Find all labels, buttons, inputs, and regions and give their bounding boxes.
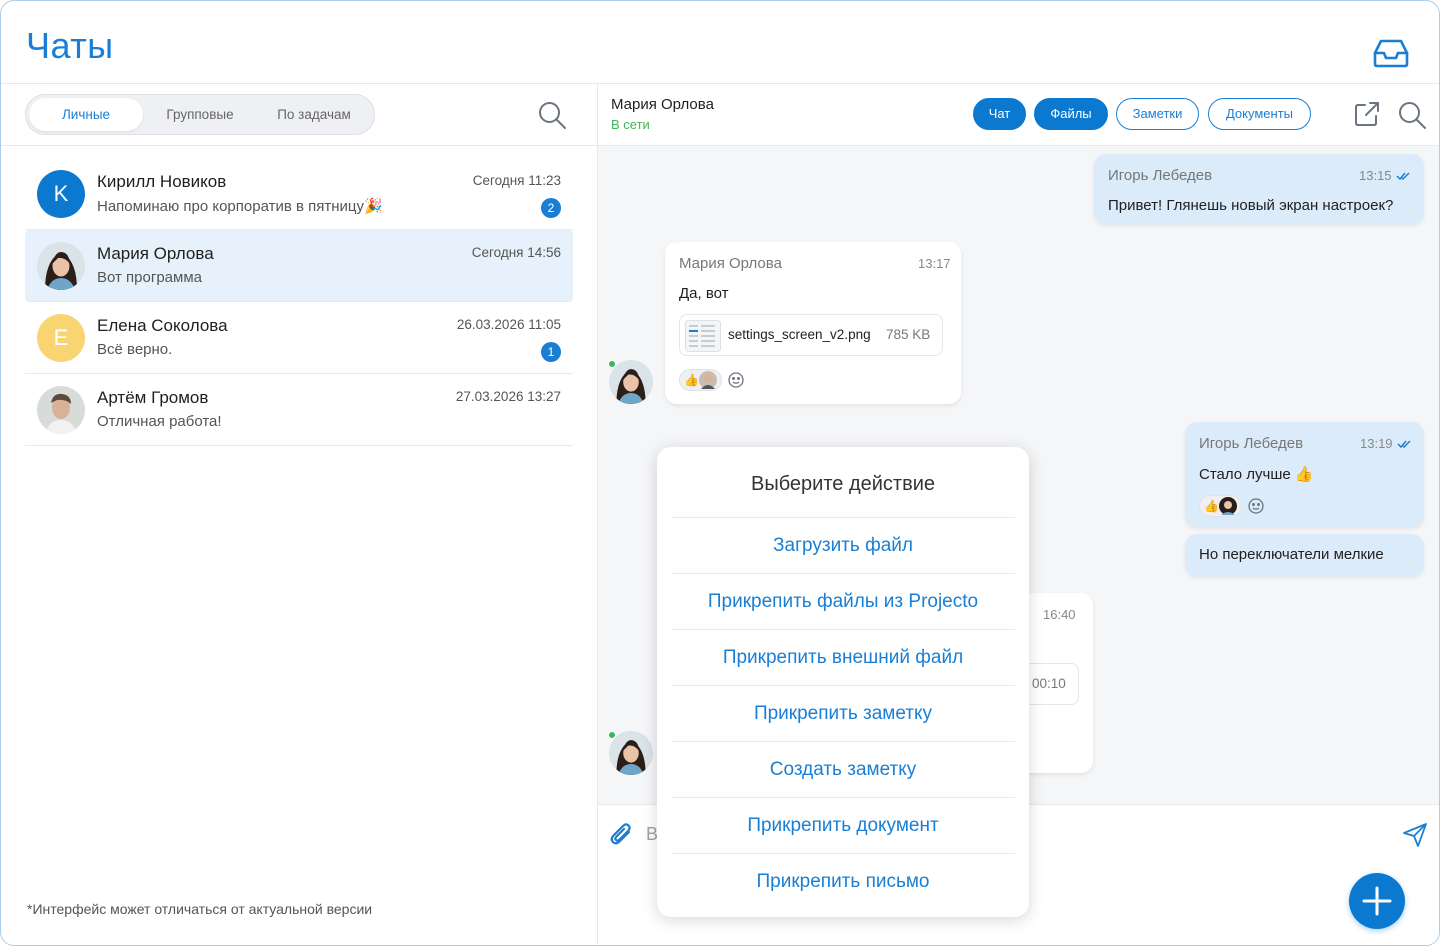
add-reaction-icon[interactable] (1246, 496, 1266, 516)
action-attach-projecto-files[interactable]: Прикрепить файлы из Projecto (671, 573, 1015, 629)
avatar (37, 386, 85, 434)
avatar (37, 242, 85, 290)
contact-status: В сети (611, 117, 650, 132)
action-list: Загрузить файл Прикрепить файлы из Proje… (671, 517, 1015, 909)
action-attach-letter[interactable]: Прикрепить письмо (671, 853, 1015, 909)
message-text: Привет! Глянешь новый экран настроек? (1108, 197, 1394, 214)
file-thumbnail-icon (685, 320, 721, 352)
action-create-note[interactable]: Создать заметку (671, 741, 1015, 797)
send-icon[interactable] (1401, 821, 1429, 849)
tab-group[interactable]: Групповые (143, 98, 257, 131)
reactions: 👍 (679, 369, 746, 391)
message-text: Да, вот (679, 285, 729, 302)
paperclip-icon[interactable] (608, 821, 634, 847)
page-title: Чаты (26, 25, 114, 66)
tab-files[interactable]: Файлы (1034, 98, 1108, 130)
chat-preview: Всё верно. (97, 341, 173, 358)
chat-time: 26.03.2026 11:05 (456, 317, 561, 332)
audio-duration: 00:10 (1032, 676, 1066, 691)
message-time: 13:15 (1359, 168, 1392, 183)
avatar (609, 731, 653, 775)
tab-chat[interactable]: Чат (973, 98, 1026, 130)
thumbs-up-icon: 👍 (1204, 499, 1219, 513)
file-size: 785 KB (886, 327, 931, 342)
plus-icon (1362, 886, 1392, 916)
chat-time: 27.03.2026 13:27 (455, 389, 561, 404)
app-window: Чаты Личные Групповые По задачам K Кирил… (0, 0, 1440, 946)
action-attach-external-file[interactable]: Прикрепить внешний файл (671, 629, 1015, 685)
tab-documents[interactable]: Документы (1208, 98, 1311, 130)
add-reaction-icon[interactable] (726, 370, 746, 390)
inbox-icon[interactable] (1373, 37, 1409, 69)
contact-name: Мария Орлова (611, 96, 714, 113)
message-author: Игорь Лебедев (1108, 167, 1213, 184)
avatar (698, 371, 717, 389)
open-external-icon[interactable] (1353, 100, 1383, 130)
avatar (1218, 497, 1237, 515)
message-incoming[interactable]: Мария Орлова 13:17 Да, вот settings_scre… (665, 242, 961, 404)
online-indicator (608, 731, 616, 739)
chat-type-switch: Личные Групповые По задачам (25, 94, 375, 135)
tab-by-tasks[interactable]: По задачам (257, 98, 371, 131)
avatar: E (37, 314, 85, 362)
message-text: Но переключатели мелкие (1199, 546, 1384, 563)
action-attach-note[interactable]: Прикрепить заметку (671, 685, 1015, 741)
search-icon[interactable] (1397, 100, 1427, 130)
attach-action-sheet: Выберите действие Загрузить файл Прикреп… (657, 447, 1029, 917)
chat-item-maria[interactable]: Мария Орлова Вот программа Сегодня 14:56 (25, 230, 573, 302)
chat-item-kirill[interactable]: K Кирилл Новиков Напоминаю про корпорати… (25, 158, 573, 230)
message-outgoing[interactable]: Игорь Лебедев 13:19 Стало лучше 👍 👍 (1185, 422, 1424, 527)
online-indicator (608, 360, 616, 368)
message-author: Мария Орлова (679, 255, 782, 272)
avatar: K (37, 170, 85, 218)
chat-preview: Напоминаю про корпоратив в пятницу🎉 (97, 198, 383, 215)
unread-badge: 1 (541, 342, 561, 362)
conversation-header: Мария Орлова В сети Чат Файлы Заметки До… (598, 84, 1439, 146)
tab-personal[interactable]: Личные (29, 98, 143, 131)
reactions: 👍 (1199, 495, 1266, 517)
disclaimer-note: *Интерфейс может отличаться от актуально… (27, 901, 373, 917)
chat-name: Артём Громов (97, 388, 209, 407)
thumbs-up-icon: 👍 (684, 373, 699, 387)
file-name: settings_screen_v2.png (728, 327, 871, 342)
message-author: Игорь Лебедев (1199, 435, 1304, 452)
message-text: Стало лучше 👍 (1199, 466, 1314, 483)
chat-list-panel: Личные Групповые По задачам K Кирилл Нов… (1, 84, 598, 945)
message-outgoing[interactable]: Но переключатели мелкие (1185, 534, 1424, 576)
chat-time: Сегодня 11:23 (472, 173, 561, 188)
message-outgoing[interactable]: Игорь Лебедев 13:15 Привет! Глянешь новы… (1094, 154, 1424, 224)
app-header: Чаты (1, 1, 1439, 84)
chat-time: Сегодня 14:56 (471, 245, 561, 260)
chat-preview: Вот программа (97, 269, 202, 286)
chat-name: Елена Соколова (97, 316, 228, 335)
avatar (609, 360, 653, 404)
read-check-icon (1397, 440, 1411, 449)
chat-name: Кирилл Новиков (97, 172, 227, 191)
sheet-title: Выберите действие (750, 473, 936, 495)
message-time: 16:40 (1043, 607, 1076, 622)
file-attachment[interactable]: settings_screen_v2.png 785 KB (679, 314, 943, 356)
unread-badge: 2 (541, 198, 561, 218)
tab-notes[interactable]: Заметки (1116, 98, 1199, 130)
read-check-icon (1396, 172, 1410, 181)
chat-item-artem[interactable]: Артём Громов Отличная работа! 27.03.2026… (25, 374, 573, 446)
message-time: 13:17 (918, 256, 951, 271)
chat-preview: Отличная работа! (97, 413, 222, 430)
reaction-thumbs-up[interactable]: 👍 (679, 369, 722, 391)
add-button[interactable] (1349, 873, 1405, 929)
search-icon[interactable] (537, 100, 567, 130)
chat-name: Мария Орлова (97, 244, 214, 263)
chat-item-elena[interactable]: E Елена Соколова Всё верно. 26.03.2026 1… (25, 302, 573, 374)
reaction-thumbs-up[interactable]: 👍 (1199, 495, 1242, 517)
chat-list: K Кирилл Новиков Напоминаю про корпорати… (25, 158, 573, 446)
action-attach-document[interactable]: Прикрепить документ (671, 797, 1015, 853)
message-time: 13:19 (1360, 436, 1393, 451)
chat-tabs-bar: Личные Групповые По задачам (1, 84, 597, 146)
action-upload-file[interactable]: Загрузить файл (671, 517, 1015, 573)
